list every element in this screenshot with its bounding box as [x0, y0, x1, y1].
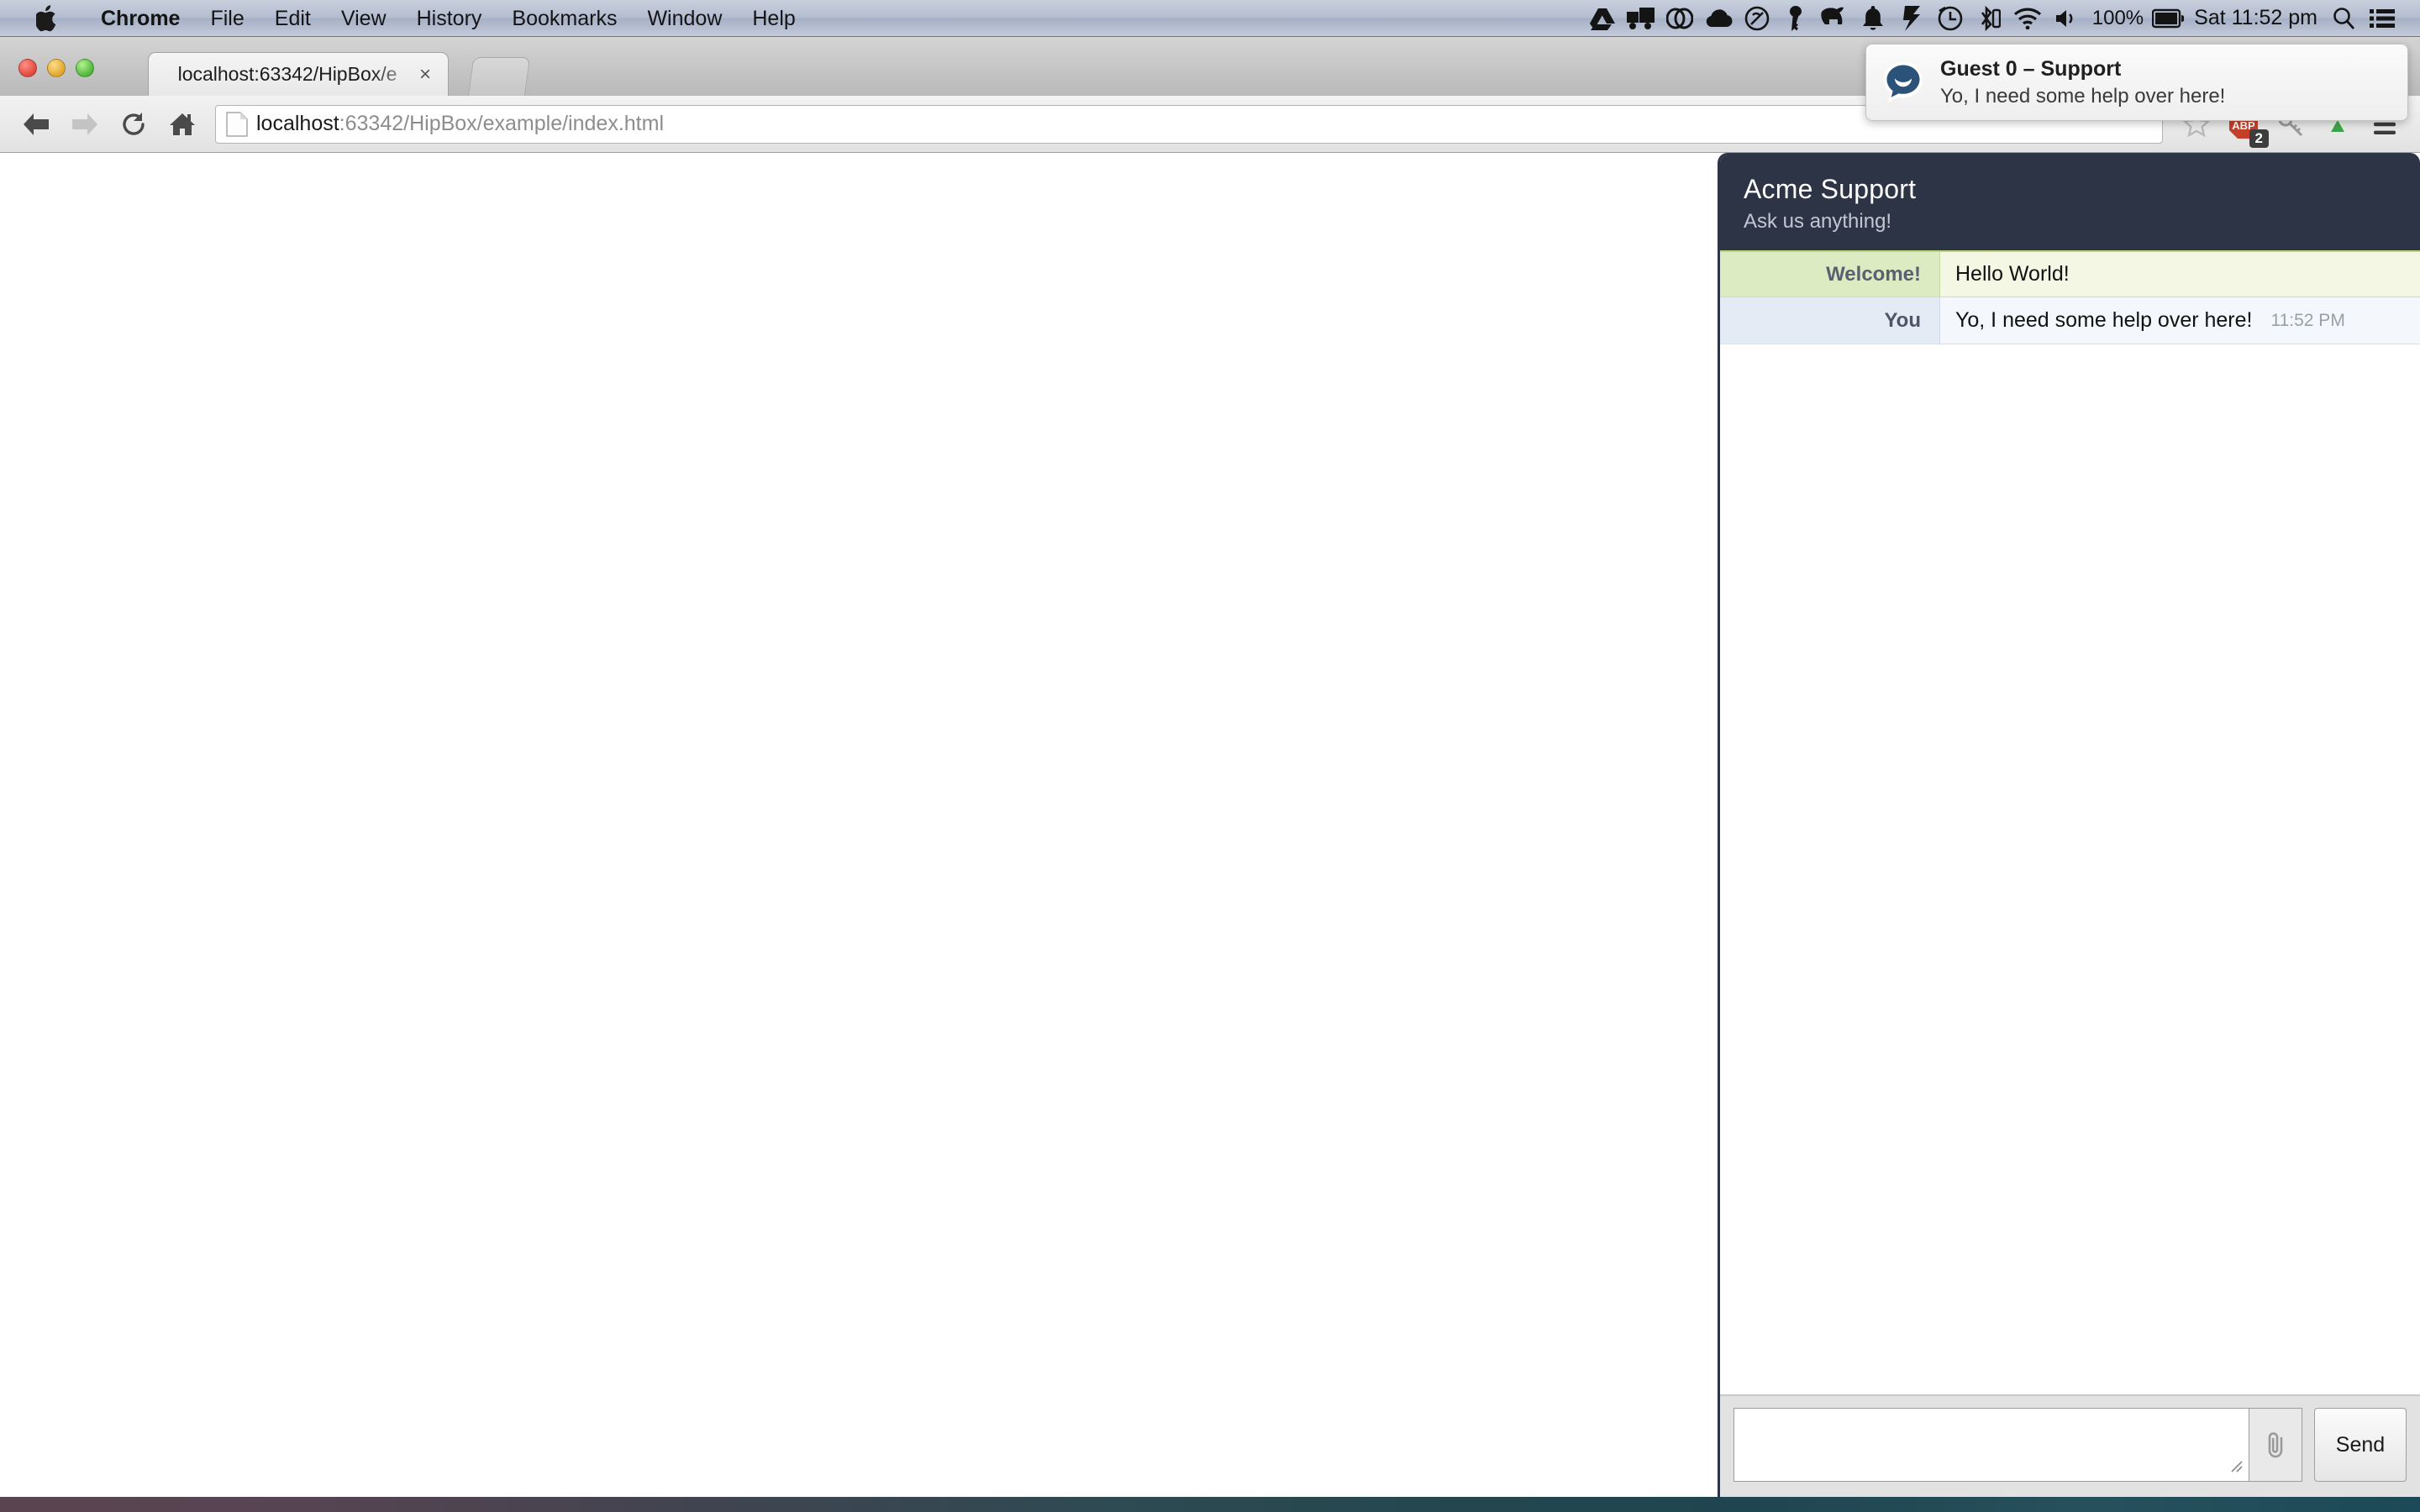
search-icon[interactable] [2324, 0, 2363, 37]
message-body: Hello World! [1940, 252, 2420, 297]
notification-body: Yo, I need some help over here! [1940, 85, 2225, 108]
notification-text-group: Guest 0 – Support Yo, I need some help o… [1940, 57, 2225, 108]
send-button[interactable]: Send [2314, 1408, 2407, 1482]
menu-bar-status-group: 100% Sat 11:52 pm [1583, 0, 2420, 37]
volume-icon[interactable] [2047, 0, 2086, 37]
menu-bar-clock[interactable]: Sat 11:52 pm [2187, 6, 2324, 30]
address-bar-path: :63342/HipBox/example/index.html [339, 112, 664, 135]
new-tab-button[interactable] [468, 57, 530, 96]
mac-menu-bar: Chrome File Edit View History Bookmarks … [0, 0, 2420, 37]
battery-percent-label: 100% [2086, 7, 2149, 30]
message-author: You [1720, 297, 1940, 344]
menu-item-bookmarks[interactable]: Bookmarks [497, 0, 632, 37]
apple-logo-icon[interactable] [35, 3, 60, 34]
rhino-icon[interactable] [1815, 0, 1854, 37]
message-text: Hello World! [1955, 262, 2070, 286]
menu-item-chrome[interactable]: Chrome [86, 0, 195, 37]
adobe-creative-cloud-icon[interactable] [1660, 0, 1699, 37]
chat-textarea-wrapper [1733, 1408, 2249, 1482]
menu-item-window[interactable]: Window [632, 0, 737, 37]
clock-icon[interactable] [1931, 0, 1970, 37]
browser-tab-title: localhost:63342/HipBox/e [149, 63, 414, 86]
copy-paste-icon[interactable] [1738, 0, 1776, 37]
battery-icon[interactable] [2149, 0, 2187, 37]
menu-item-history[interactable]: History [402, 0, 497, 37]
desktop-wallpaper-strip [0, 1497, 2420, 1512]
truck-icon[interactable] [1622, 0, 1660, 37]
chat-subtitle: Ask us anything! [1744, 210, 2396, 234]
chrome-browser-window: localhost:63342/HipBox/e × localhost:633… [0, 37, 2420, 1497]
menu-item-view[interactable]: View [326, 0, 402, 37]
back-arrow-icon[interactable] [12, 100, 60, 149]
adblock-badge-count: 2 [2249, 129, 2269, 148]
document-icon [226, 112, 248, 137]
address-bar-host: localhost [256, 112, 339, 135]
window-zoom-button[interactable] [76, 59, 94, 77]
menu-item-file[interactable]: File [195, 0, 259, 37]
window-minimize-button[interactable] [47, 59, 66, 77]
chat-input-bar: Send [1720, 1394, 2420, 1497]
menu-item-help[interactable]: Help [737, 0, 810, 37]
message-body: Yo, I need some help over here! 11:52 PM [1940, 297, 2420, 344]
desktop-notification[interactable]: Guest 0 – Support Yo, I need some help o… [1865, 44, 2408, 121]
forward-arrow-icon [60, 100, 109, 149]
message-author: Welcome! [1720, 252, 1940, 297]
key-icon[interactable] [1776, 0, 1815, 37]
browser-tab-active[interactable]: localhost:63342/HipBox/e × [148, 52, 449, 96]
chat-widget-header: Acme Support Ask us anything! [1720, 155, 2420, 250]
chat-message-input[interactable] [1733, 1408, 2249, 1482]
list-icon[interactable] [2363, 0, 2402, 37]
bell-icon[interactable] [1854, 0, 1892, 37]
reload-icon[interactable] [109, 100, 158, 149]
bluetooth-icon[interactable] [1970, 0, 2008, 37]
menu-bar-left-group: Chrome File Edit View History Bookmarks … [0, 0, 811, 37]
window-close-button[interactable] [18, 59, 37, 77]
hipbox-chat-widget: Acme Support Ask us anything! Welcome! H… [1718, 153, 2420, 1497]
hipchat-bubble-icon [1880, 59, 1927, 106]
close-icon[interactable]: × [414, 64, 436, 86]
lightning-z-icon[interactable] [1892, 0, 1931, 37]
google-drive-icon[interactable] [1583, 0, 1622, 37]
menu-item-edit[interactable]: Edit [260, 0, 326, 37]
home-icon[interactable] [158, 100, 207, 149]
table-row: Welcome! Hello World! [1720, 250, 2420, 297]
paperclip-icon[interactable] [2249, 1408, 2302, 1482]
chat-title: Acme Support [1744, 174, 2396, 205]
cloud-icon[interactable] [1699, 0, 1738, 37]
message-timestamp: 11:52 PM [2270, 311, 2344, 331]
notification-title: Guest 0 – Support [1940, 57, 2225, 81]
message-text: Yo, I need some help over here! [1955, 308, 2252, 333]
table-row: You Yo, I need some help over here! 11:5… [1720, 297, 2420, 344]
wifi-icon[interactable] [2008, 0, 2047, 37]
address-bar-url: localhost:63342/HipBox/example/index.htm… [256, 112, 664, 136]
chat-message-list[interactable]: Welcome! Hello World! You Yo, I need som… [1720, 250, 2420, 1394]
page-viewport: Acme Support Ask us anything! Welcome! H… [0, 153, 2420, 1497]
window-traffic-lights [18, 59, 94, 77]
